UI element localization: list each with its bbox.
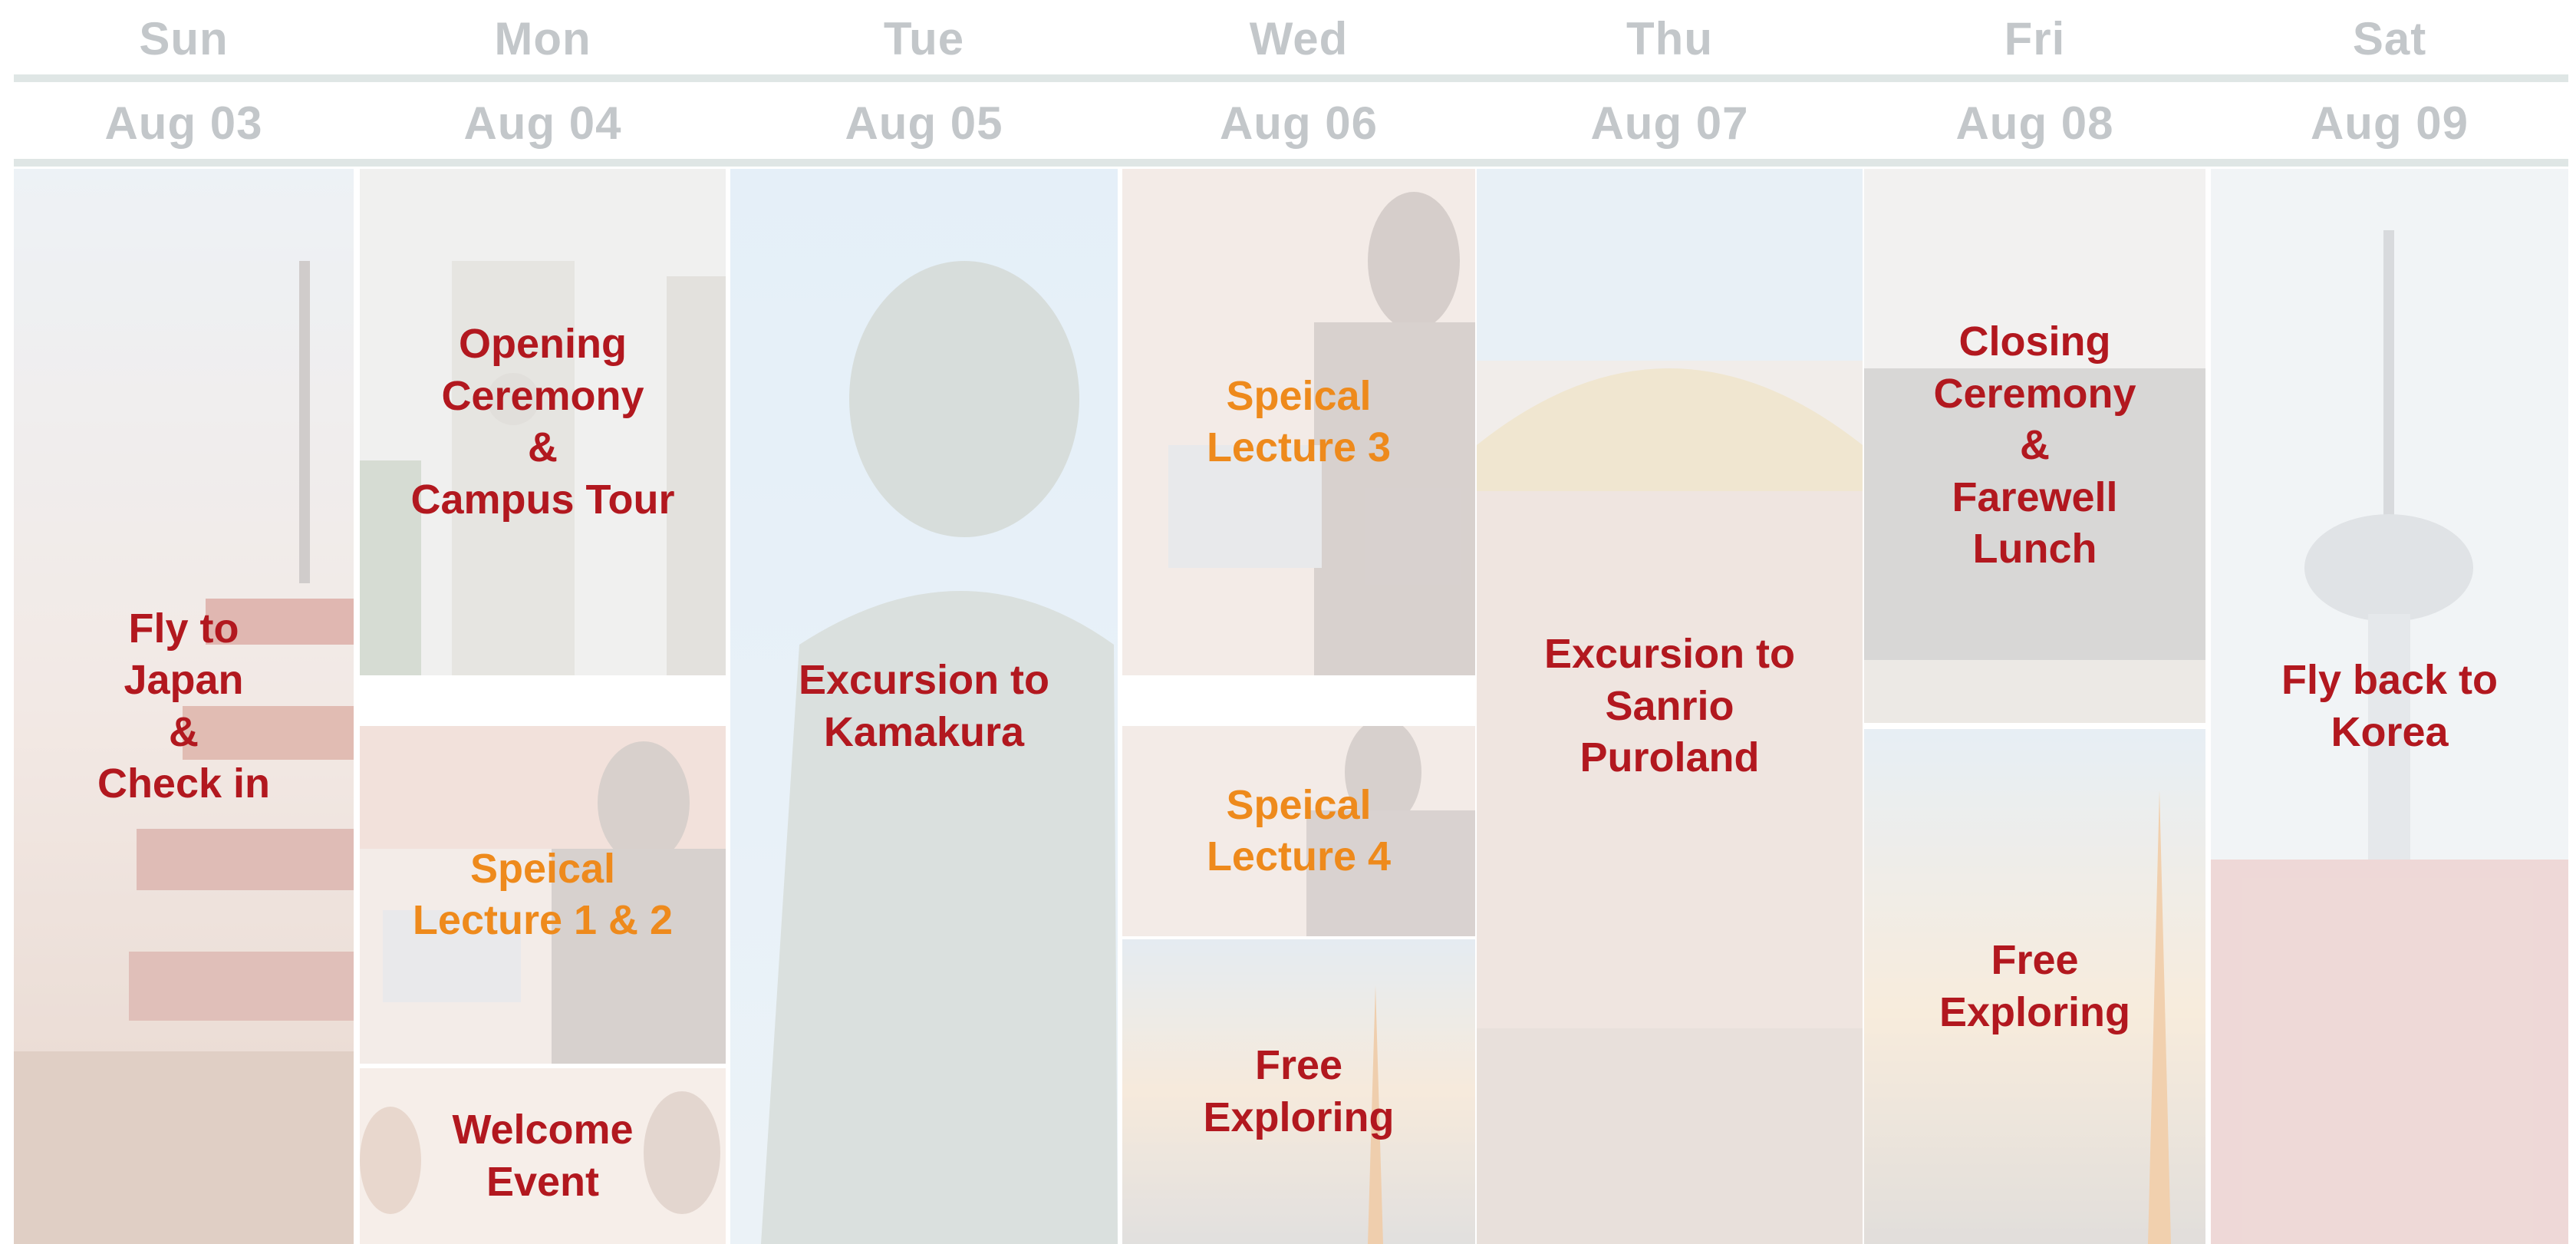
event-label: Opening Ceremony & Campus Tour [410,321,675,523]
date-aug-03: Aug 03 [104,97,263,149]
date-aug-08: Aug 08 [1955,97,2114,149]
event-mon-opening-ceremony[interactable]: Opening Ceremony & Campus Tour [360,169,726,675]
weekday-sun: Sun [139,12,229,64]
event-fri-free-exploring[interactable]: Free Exploring [1864,729,2205,1244]
event-label: Free Exploring [1939,937,2130,1035]
date-aug-04: Aug 04 [463,97,622,149]
weekday-tue: Tue [883,12,965,64]
event-sat-fly-back-korea[interactable]: Fly back to Korea [2211,169,2568,1244]
event-sun-fly-to-japan[interactable]: Fly to Japan & Check in [14,169,354,1244]
weekday-sat: Sat [2352,12,2427,64]
event-tue-kamakura[interactable]: Excursion to Kamakura [730,169,1118,1244]
event-wed-lecture-4[interactable]: Speical Lecture 4 [1122,726,1475,936]
date-header-row: Aug 03 Aug 04 Aug 05 Aug 06 Aug 07 Aug 0… [0,84,2576,161]
event-wed-free-exploring[interactable]: Free Exploring [1122,939,1475,1244]
event-mon-lecture-1-2[interactable]: Speical Lecture 1 & 2 [360,726,726,1064]
event-label: Speical Lecture 3 [1206,372,1392,471]
event-label: Speical Lecture 1 & 2 [412,845,674,944]
event-label: Excursion to Kamakura [798,657,1050,755]
event-fri-closing-ceremony[interactable]: Closing Ceremony & Farewell Lunch [1864,169,2205,723]
header-divider [14,74,2568,82]
weekday-fri: Fri [2004,12,2066,64]
event-label: Fly to Japan & Check in [97,605,271,807]
event-wed-lecture-3[interactable]: Speical Lecture 3 [1122,169,1475,675]
event-label: Welcome Event [452,1107,634,1205]
date-divider [14,159,2568,167]
weekday-mon: Mon [494,12,591,64]
event-label: Excursion to Sanrio Puroland [1543,631,1796,781]
weekday-header-row: Sun Mon Tue Wed Thu Fri Sat [0,0,2576,77]
date-aug-07: Aug 07 [1590,97,1749,149]
date-aug-05: Aug 05 [845,97,1003,149]
event-label: Fly back to Korea [2281,657,2499,755]
event-label: Free Exploring [1203,1042,1395,1140]
date-aug-09: Aug 09 [2310,97,2469,149]
event-thu-sanrio-puroland[interactable]: Excursion to Sanrio Puroland [1477,169,1863,1244]
event-label: Speical Lecture 4 [1206,781,1392,880]
date-aug-06: Aug 06 [1219,97,1379,149]
event-mon-welcome[interactable]: Welcome Event [360,1068,726,1244]
weekday-wed: Wed [1249,12,1349,64]
event-label: Closing Ceremony & Farewell Lunch [1933,318,2136,573]
weekday-thu: Thu [1626,12,1713,64]
